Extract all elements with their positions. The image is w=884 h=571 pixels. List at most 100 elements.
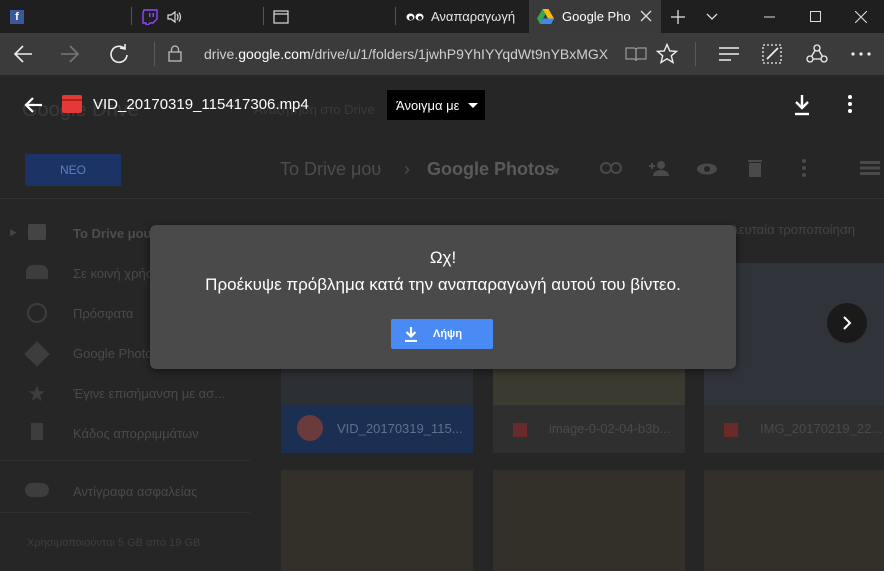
file-name: VID_20170319_115417306.mp4 <box>93 96 309 113</box>
sidebar-item-my-drive[interactable]: Το Drive μου <box>73 226 151 241</box>
google-drive-icon <box>537 9 554 24</box>
tab-label: Αναπαραγωγή <box>431 9 516 24</box>
tab-list-button[interactable] <box>692 0 732 33</box>
more-vert-icon[interactable] <box>802 159 806 177</box>
download-icon[interactable] <box>792 94 812 116</box>
forward-button[interactable] <box>47 33 93 75</box>
lock-icon[interactable] <box>168 45 182 62</box>
tab-playback[interactable]: Αναπαραγωγή <box>396 0 528 33</box>
address-bar[interactable]: drive. google.com/drive/u/1/folders/1jwhP… <box>204 40 608 68</box>
browser-window: f Αναπαραγωγή Google Pho drive. google.c… <box>0 0 884 571</box>
page-icon <box>273 9 289 24</box>
tab-label: Google Pho <box>562 9 631 24</box>
open-with-label: Άνοιγμα με <box>396 97 460 113</box>
facebook-icon: f <box>10 9 24 24</box>
file-name: IMG_20170219_22... <box>760 421 883 436</box>
refresh-button[interactable] <box>96 33 142 75</box>
dialog-message: Προέκυψε πρόβλημα κατά την αναπαραγωγή α… <box>205 275 681 294</box>
maximize-button[interactable] <box>792 0 838 33</box>
tab-bar: f Αναπαραγωγή Google Pho <box>0 0 884 33</box>
plus-icon <box>671 9 685 24</box>
favorite-star-icon[interactable] <box>656 43 678 65</box>
open-with-button[interactable]: Άνοιγμα με <box>387 90 485 120</box>
chevron-right-icon <box>843 316 852 330</box>
arrow-right-icon <box>61 45 80 63</box>
tab-facebook[interactable]: f <box>0 0 130 33</box>
sidebar-item-recent[interactable]: Πρόσφατα <box>73 306 133 321</box>
breadcrumb-root[interactable]: Το Drive μου <box>280 159 381 180</box>
storage-usage: Χρησιμοποιούνται 5 GB από 19 GB <box>27 537 201 549</box>
sidebar-item-trash[interactable]: Κάδος απορριμμάτων <box>73 426 199 441</box>
refresh-icon <box>110 44 128 64</box>
sidebar-item-shared[interactable]: Σε κοινή χρήση <box>73 266 161 281</box>
url-path: /drive/u/1/folders/1jwhP9YhIYYqdWt9nYBxM… <box>310 46 608 62</box>
tab-blank[interactable] <box>264 0 394 33</box>
file-thumbnail[interactable] <box>281 470 473 571</box>
close-window-button[interactable] <box>838 0 884 33</box>
new-button[interactable]: ΝΕΟ <box>25 154 121 186</box>
back-arrow-icon[interactable] <box>20 91 48 119</box>
page-content: Google Drive Αναζήτηση στο Drive ΝΕΟ Το … <box>0 75 884 571</box>
reading-view-icon[interactable] <box>625 46 647 62</box>
sidebar-item-google-photos[interactable]: Google Photos <box>73 346 159 361</box>
back-button[interactable] <box>0 33 46 75</box>
trash-icon[interactable] <box>748 159 762 177</box>
video-file-icon <box>297 415 323 441</box>
star-icon: ★ <box>27 381 47 406</box>
clock-icon <box>27 303 47 323</box>
new-tab-button[interactable] <box>664 0 692 33</box>
minimize-icon <box>763 16 775 17</box>
file-thumbnail[interactable] <box>704 470 884 571</box>
list-view-icon[interactable] <box>860 161 880 175</box>
caret-down-icon <box>468 102 479 108</box>
divider <box>154 42 155 66</box>
close-tab-icon[interactable] <box>639 9 653 23</box>
more-options-icon[interactable] <box>851 52 871 56</box>
dialog-title: Ωχ! <box>429 248 457 267</box>
video-file-icon <box>62 95 82 113</box>
breadcrumb-separator: › <box>404 159 410 179</box>
download-button[interactable]: Λήψη <box>391 319 493 349</box>
divider <box>0 198 884 199</box>
url-prefix: drive. <box>204 46 239 62</box>
image-file-icon <box>724 423 738 437</box>
file-name: image-0-02-04-b3b... <box>549 421 671 436</box>
link-icon[interactable] <box>600 162 622 174</box>
next-button[interactable] <box>827 303 867 343</box>
my-drive-icon <box>28 224 46 240</box>
error-dialog: Ωχ! Προέκυψε πρόβλημα κατά την αναπαραγω… <box>150 225 736 369</box>
breadcrumb-current[interactable]: Google Photos <box>427 159 555 180</box>
trash-bin-icon <box>31 423 43 440</box>
more-actions-icon[interactable] <box>846 95 854 117</box>
chevron-down-icon <box>706 13 718 20</box>
sort-arrow-icon[interactable]: ↓ <box>843 221 850 236</box>
breadcrumb-caret: ▾ <box>553 163 560 178</box>
google-photos-icon <box>24 341 50 367</box>
share-icon[interactable] <box>806 44 828 64</box>
close-icon <box>855 10 867 23</box>
divider <box>0 512 250 513</box>
expand-arrow-icon[interactable]: ▶ <box>10 227 17 238</box>
minimize-button[interactable] <box>746 0 792 33</box>
tab-google-photos[interactable]: Google Pho <box>529 0 661 33</box>
speaker-icon[interactable] <box>166 9 182 25</box>
sidebar-item-starred[interactable]: Έγινε επισήμανση με ασ... <box>73 386 225 401</box>
twitch-icon <box>142 8 158 25</box>
web-note-icon[interactable] <box>762 44 782 64</box>
url-host: google.com <box>238 46 311 62</box>
shared-people-icon <box>26 265 48 279</box>
download-label: Λήψη <box>433 328 463 340</box>
divider <box>695 42 696 66</box>
preview-eye-icon[interactable] <box>696 163 718 175</box>
sort-label[interactable]: Τελευταία τροποποίηση <box>720 222 855 237</box>
navigation-bar: drive. google.com/drive/u/1/folders/1jwhP… <box>0 33 884 75</box>
sidebar-item-backups[interactable]: Αντίγραφα ασφαλείας <box>73 484 197 499</box>
file-thumbnail[interactable] <box>493 470 685 571</box>
file-name: VID_20170319_115... <box>337 421 463 436</box>
arrow-left-icon <box>13 45 32 63</box>
add-person-icon[interactable] <box>648 160 670 176</box>
maximize-icon <box>809 11 821 22</box>
hub-icon[interactable] <box>719 46 739 62</box>
tab-twitch[interactable] <box>132 0 262 33</box>
download-icon <box>405 327 417 342</box>
